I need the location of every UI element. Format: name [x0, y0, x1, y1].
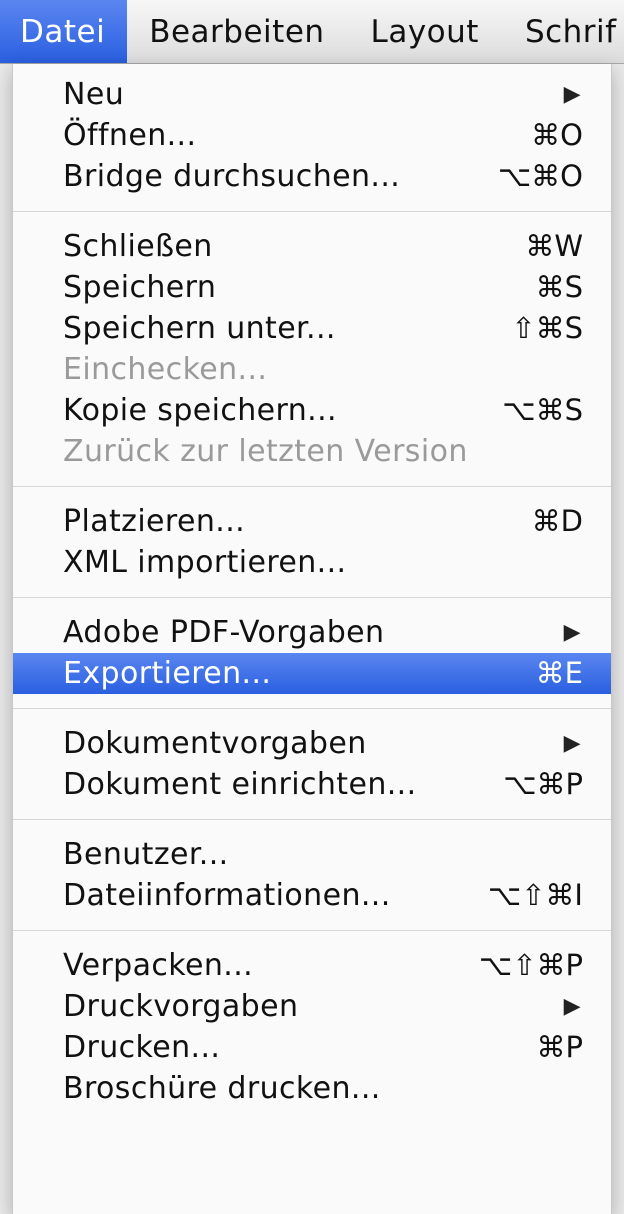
- submenu-arrow-icon: ▶: [563, 82, 581, 107]
- menu-item-label: Adobe PDF-Vorgaben: [63, 615, 385, 650]
- menubar-item-schrift[interactable]: Schrif: [503, 0, 617, 63]
- menu-item-einchecken: Einchecken...: [13, 349, 611, 390]
- menu-item-bridge-durchsuchen[interactable]: Bridge durchsuchen... ⌥⌘O: [13, 156, 611, 197]
- menu-separator: [13, 708, 611, 709]
- menu-item-dokumentvorgaben[interactable]: Dokumentvorgaben ▶: [13, 723, 611, 764]
- menu-item-öffnen[interactable]: Öffnen... ⌘O: [13, 115, 611, 156]
- menu-item-label: Einchecken...: [63, 352, 268, 387]
- menu-item-label: Zurück zur letzten Version: [63, 434, 468, 469]
- menu-item-shortcut: ⌥⇧⌘I: [487, 878, 583, 912]
- menu-item-label: Drucken...: [63, 1030, 221, 1065]
- menu-item-label: Dateiinformationen...: [63, 878, 391, 913]
- menu-bar: Datei Bearbeiten Layout Schrif: [0, 0, 624, 64]
- menu-item-verpacken[interactable]: Verpacken... ⌥⇧⌘P: [13, 945, 611, 986]
- menu-item-speichern-unter[interactable]: Speichern unter... ⇧⌘S: [13, 308, 611, 349]
- menu-item-shortcut: ⇧⌘S: [511, 311, 583, 345]
- submenu-arrow-icon: ▶: [563, 994, 581, 1019]
- menu-item-label: Speichern unter...: [63, 311, 336, 346]
- menubar-item-datei[interactable]: Datei: [0, 0, 128, 63]
- menu-item-xml-importieren[interactable]: XML importieren...: [13, 542, 611, 583]
- menu-item-shortcut: ⌥⌘P: [503, 767, 583, 801]
- menu-item-label: Speichern: [63, 270, 217, 305]
- menu-separator: [13, 486, 611, 487]
- menu-separator: [13, 597, 611, 598]
- menu-item-platzieren[interactable]: Platzieren... ⌘D: [13, 501, 611, 542]
- menu-item-label: Verpacken...: [63, 948, 254, 983]
- menu-item-label: Benutzer...: [63, 837, 229, 872]
- menu-separator: [13, 211, 611, 212]
- menu-item-label: Bridge durchsuchen...: [63, 159, 401, 194]
- menu-item-neu[interactable]: Neu ▶: [13, 74, 611, 115]
- submenu-arrow-icon: ▶: [563, 731, 581, 756]
- menu-item-shortcut: ⌥⌘O: [497, 159, 583, 193]
- menu-item-shortcut: ⌘E: [535, 656, 583, 690]
- menu-item-adobe-pdf-vorgaben[interactable]: Adobe PDF-Vorgaben ▶: [13, 612, 611, 653]
- menu-item-label: Kopie speichern...: [63, 393, 337, 428]
- submenu-arrow-icon: ▶: [563, 620, 581, 645]
- menu-item-dateiinformationen[interactable]: Dateiinformationen... ⌥⇧⌘I: [13, 875, 611, 916]
- menu-item-druckvorgaben[interactable]: Druckvorgaben ▶: [13, 986, 611, 1027]
- menu-item-shortcut: ⌘S: [535, 270, 583, 304]
- menu-item-shortcut: ⌥⇧⌘P: [478, 948, 583, 982]
- menu-item-label: Dokument einrichten...: [63, 767, 417, 802]
- datei-menu: Neu ▶ Öffnen... ⌘O Bridge durchsuchen... ⌥⌘O S…: [12, 64, 612, 1214]
- menu-item-label: Broschüre drucken...: [63, 1071, 381, 1106]
- menu-item-label: Exportieren...: [63, 656, 272, 691]
- menu-item-shortcut: ⌘D: [531, 504, 583, 538]
- menu-item-label: Schließen: [63, 229, 213, 264]
- menu-item-shortcut: ⌘O: [531, 118, 583, 152]
- menubar-item-layout[interactable]: Layout: [349, 0, 503, 63]
- menu-item-label: Dokumentvorgaben: [63, 726, 367, 761]
- menu-item-drucken[interactable]: Drucken... ⌘P: [13, 1027, 611, 1068]
- menu-item-benutzer[interactable]: Benutzer...: [13, 834, 611, 875]
- menu-item-broschüre-drucken[interactable]: Broschüre drucken...: [13, 1068, 611, 1109]
- menu-item-label: Öffnen...: [63, 118, 197, 153]
- menu-item-zurück-zur-letzten-version: Zurück zur letzten Version: [13, 431, 611, 472]
- menu-item-schließen[interactable]: Schließen ⌘W: [13, 226, 611, 267]
- menubar-item-bearbeiten[interactable]: Bearbeiten: [127, 0, 348, 63]
- menu-item-dokument-einrichten[interactable]: Dokument einrichten... ⌥⌘P: [13, 764, 611, 805]
- menu-item-label: Platzieren...: [63, 504, 246, 539]
- menu-item-kopie-speichern[interactable]: Kopie speichern... ⌥⌘S: [13, 390, 611, 431]
- menu-item-label: Neu: [63, 77, 125, 112]
- menu-separator: [13, 819, 611, 820]
- menu-item-shortcut: ⌘P: [536, 1030, 584, 1064]
- menu-separator: [13, 930, 611, 931]
- menu-item-shortcut: ⌘W: [525, 229, 583, 263]
- menu-item-shortcut: ⌥⌘S: [502, 393, 583, 427]
- menu-item-label: XML importieren...: [63, 545, 347, 580]
- menu-item-exportieren[interactable]: Exportieren... ⌘E: [13, 653, 611, 694]
- menu-item-label: Druckvorgaben: [63, 989, 299, 1024]
- menu-item-speichern[interactable]: Speichern ⌘S: [13, 267, 611, 308]
